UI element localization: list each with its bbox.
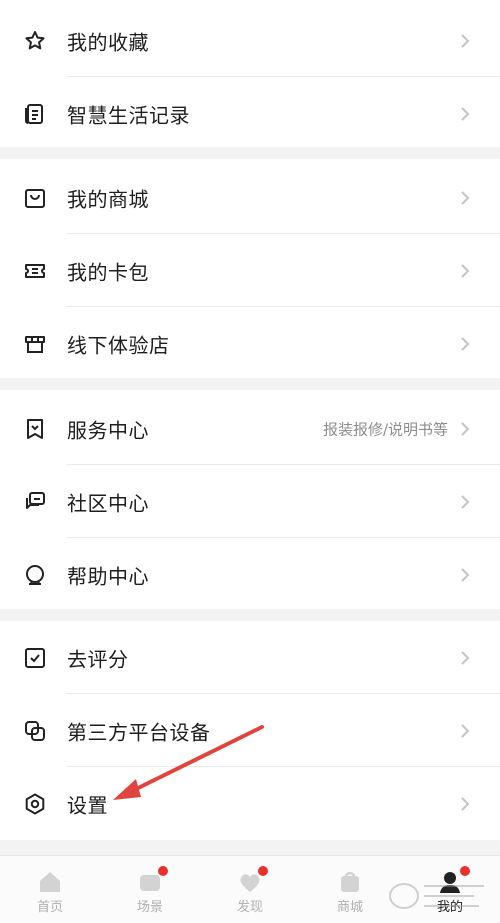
menu-item-mall[interactable]: 我的商城 [0,161,500,234]
menu-item-label: 线下体验店 [67,333,170,357]
menu-item-offline-store[interactable]: 线下体验店 [0,307,500,380]
ticket-icon [22,258,48,284]
chevron-right-icon [458,419,472,439]
nav-discover[interactable]: 发现 [200,856,300,923]
shopping-bag-icon [22,185,48,211]
menu-item-label: 第三方平台设备 [67,720,211,744]
nav-scenes[interactable]: 场景 [100,856,200,923]
nav-home[interactable]: 首页 [0,856,100,923]
nav-label: 发现 [236,900,263,915]
menu-group-1: 我的收藏 智慧生活记录 [0,0,500,147]
menu-item-label: 帮助中心 [67,564,149,588]
bag-icon [336,868,364,896]
home-icon [36,868,64,896]
menu-item-label: 智慧生活记录 [67,103,190,127]
menu-item-label: 我的商城 [67,187,149,211]
menu-item-label: 设置 [67,793,108,817]
document-icon [22,101,48,127]
chevron-right-icon [458,721,472,741]
menu-item-help-center[interactable]: 帮助中心 [0,538,500,611]
menu-item-label: 服务中心 [67,418,149,442]
menu-item-favorites[interactable]: 我的收藏 [0,4,500,77]
chevron-right-icon [458,334,472,354]
nav-label: 场景 [136,900,163,915]
menu-item-label: 我的卡包 [67,260,149,284]
menu-item-service-center[interactable]: 服务中心 报装报修/说明书等 [0,392,500,465]
menu-group-2: 我的商城 我的卡包 线下体验店 [0,159,500,378]
menu-item-smart-life-record[interactable]: 智慧生活记录 [0,77,500,150]
checkbox-icon [22,645,48,671]
help-robot-icon [22,562,48,588]
badge-dot [158,866,168,876]
badge-dot [258,866,268,876]
nav-label: 首页 [36,900,63,915]
menu-group-4: 去评分 第三方平台设备 设置 [0,621,500,840]
hexagon-settings-icon [22,791,48,817]
chat-bubbles-icon [22,489,48,515]
star-icon [22,28,48,54]
menu-item-card-wallet[interactable]: 我的卡包 [0,234,500,307]
menu-item-label: 我的收藏 [67,30,149,54]
menu-item-rate[interactable]: 去评分 [0,621,500,694]
menu-item-community[interactable]: 社区中心 [0,465,500,538]
service-center-hint: 报装报修/说明书等 [322,420,448,438]
menu-item-label: 去评分 [67,647,129,671]
chevron-right-icon [458,261,472,281]
menu-item-third-party-devices[interactable]: 第三方平台设备 [0,694,500,767]
menu-group-3: 服务中心 报装报修/说明书等 社区中心 帮助中心 [0,390,500,609]
linked-squares-icon [22,718,48,744]
chevron-right-icon [458,565,472,585]
chevron-right-icon [458,104,472,124]
chevron-right-icon [458,188,472,208]
chevron-right-icon [458,648,472,668]
bookmark-icon [22,416,48,442]
chevron-right-icon [458,794,472,814]
menu-item-settings[interactable]: 设置 [0,767,500,840]
watermark-logo [389,883,484,909]
chevron-right-icon [458,492,472,512]
store-icon [22,331,48,357]
menu-item-label: 社区中心 [67,491,149,515]
chevron-right-icon [458,31,472,51]
